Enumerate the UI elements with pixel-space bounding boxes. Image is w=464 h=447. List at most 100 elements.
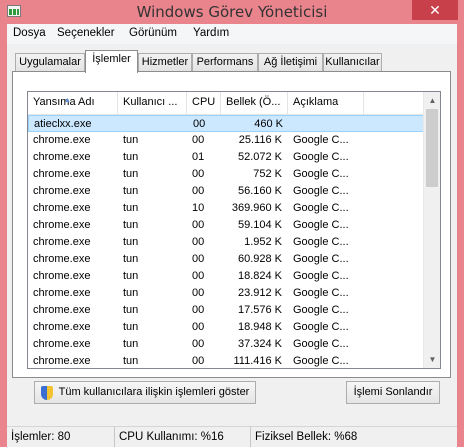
table-row[interactable]: chrome.exe tun 00 56.160 K Google C... [28, 183, 424, 200]
table-row[interactable]: chrome.exe tun 00 752 K Google C... [28, 166, 424, 183]
process-list[interactable]: ▲ Yansıma Adı Kullanıcı ... CPU Bellek (… [27, 91, 441, 369]
cell-memory: 752 K [253, 168, 282, 180]
cell-cpu: 00 [192, 338, 205, 350]
col-image-name[interactable]: ▲ Yansıma Adı [28, 92, 118, 115]
list-rows: atieclxx.exe 00 460 K chrome.exe tun 00 25.116… [28, 115, 424, 368]
status-process-count: İşlemler: 80 [7, 427, 115, 447]
table-row[interactable]: chrome.exe tun 01 52.072 K Google C... [28, 149, 424, 166]
cell-cpu: 01 [192, 151, 205, 163]
cell-image-name: chrome.exe [33, 321, 91, 333]
menu-file[interactable]: Dosya [13, 27, 46, 39]
cell-image-name: chrome.exe [33, 202, 91, 214]
tab-networking[interactable]: Ağ İletişimi [258, 53, 323, 71]
cell-memory: 18.948 K [237, 321, 282, 333]
menu-view[interactable]: Görünüm [129, 27, 177, 39]
cell-memory: 52.072 K [237, 151, 282, 163]
table-row[interactable]: chrome.exe tun 10 369.960 K Google C... [28, 200, 424, 217]
cell-description: Google C... [293, 185, 349, 197]
cell-user-name: tun [123, 185, 139, 197]
scroll-down-icon[interactable]: ▼ [424, 351, 440, 368]
cell-memory: 60.928 K [237, 253, 282, 265]
cell-image-name: chrome.exe [33, 168, 91, 180]
cell-description: Google C... [293, 236, 349, 248]
table-row[interactable]: chrome.exe tun 00 1.952 K Google C... [28, 234, 424, 251]
cell-memory: 59.104 K [237, 219, 282, 231]
tab-services[interactable]: Hizmetler [138, 53, 192, 71]
cell-description: Google C... [293, 287, 349, 299]
scroll-up-icon[interactable]: ▲ [424, 92, 440, 109]
window-title: Windows Görev Yöneticisi [136, 3, 328, 21]
cell-memory: 111.416 K [233, 355, 282, 367]
cell-description: Google C... [293, 151, 349, 163]
table-row[interactable]: chrome.exe tun 00 25.116 K Google C... [28, 132, 424, 149]
menu-options[interactable]: Seçenekler [57, 27, 115, 39]
cell-image-name: chrome.exe [33, 151, 91, 163]
cell-description: Google C... [293, 134, 349, 146]
col-memory[interactable]: Bellek (Ö... [221, 92, 288, 115]
cell-user-name: tun [123, 151, 139, 163]
end-process-label: İşlemi Sonlandır [353, 386, 433, 398]
cell-description: Google C... [293, 304, 349, 316]
table-row[interactable]: chrome.exe tun 00 23.912 K Google C... [28, 285, 424, 302]
cell-description: Google C... [293, 253, 349, 265]
tab-applications[interactable]: Uygulamalar [15, 53, 85, 71]
tab-users[interactable]: Kullanıcılar [323, 53, 382, 71]
cell-description: Google C... [293, 168, 349, 180]
col-cpu-label: CPU [192, 96, 216, 108]
close-icon: ✕ [429, 2, 441, 18]
cell-memory: 23.912 K [237, 287, 282, 299]
cell-description: Google C... [293, 338, 349, 350]
cell-description: Google C... [293, 270, 349, 282]
cell-user-name: tun [123, 338, 139, 350]
cell-cpu: 00 [192, 134, 205, 146]
table-row[interactable]: chrome.exe tun 00 18.948 K Google C... [28, 319, 424, 336]
tab-processes[interactable]: İşlemler [85, 50, 138, 73]
menu-bar: Dosya Seçenekler Görünüm Yardım [7, 24, 457, 44]
vertical-scrollbar[interactable]: ▲ ▼ [423, 92, 440, 368]
cell-cpu: 00 [192, 219, 205, 231]
table-row[interactable]: chrome.exe tun 00 18.824 K Google C... [28, 268, 424, 285]
cell-user-name: tun [123, 355, 139, 367]
show-all-users-button[interactable]: Tüm kullanıcılara ilişkin işlemleri göst… [34, 381, 256, 404]
cell-image-name: chrome.exe [33, 185, 91, 197]
cell-description: Google C... [293, 202, 349, 214]
cell-user-name: tun [123, 134, 139, 146]
cell-user-name: tun [123, 287, 139, 299]
close-button[interactable]: ✕ [412, 0, 458, 20]
tab-performance[interactable]: Performans [192, 53, 258, 71]
cell-cpu: 00 [192, 304, 205, 316]
table-row[interactable]: atieclxx.exe 00 460 K [28, 115, 424, 132]
scrollbar-thumb[interactable] [426, 109, 438, 187]
cell-user-name: tun [123, 236, 139, 248]
tab-strip: Uygulamalar İşlemler Hizmetler Performan… [7, 50, 457, 73]
table-row[interactable]: chrome.exe tun 00 60.928 K Google C... [28, 251, 424, 268]
cell-memory: 17.576 K [237, 304, 282, 316]
cell-cpu: 00 [192, 185, 205, 197]
col-user-name-label: Kullanıcı ... [123, 96, 178, 108]
col-description-label: Açıklama [293, 96, 339, 108]
table-row[interactable]: chrome.exe tun 00 59.104 K Google C... [28, 217, 424, 234]
col-cpu[interactable]: CPU [187, 92, 221, 115]
cell-memory: 18.824 K [237, 270, 282, 282]
end-process-button[interactable]: İşlemi Sonlandır [346, 381, 440, 404]
cell-description: Google C... [293, 355, 349, 367]
cell-cpu: 00 [192, 321, 205, 333]
table-row[interactable]: chrome.exe tun 00 37.324 K Google C... [28, 336, 424, 353]
cell-cpu: 10 [192, 202, 205, 214]
col-memory-label: Bellek (Ö... [226, 96, 281, 108]
cell-image-name: chrome.exe [33, 355, 91, 367]
table-row[interactable]: chrome.exe tun 00 17.576 K Google C... [28, 302, 424, 319]
col-description[interactable]: Açıklama [288, 92, 364, 115]
table-row[interactable]: chrome.exe tun 00 111.416 K Google C... [28, 353, 424, 368]
title-bar[interactable]: Windows Görev Yöneticisi ✕ [0, 0, 464, 24]
uac-shield-icon [41, 386, 53, 400]
status-cpu-usage: CPU Kullanımı: %16 [115, 427, 251, 447]
cell-cpu: 00 [192, 355, 205, 367]
status-bar: İşlemler: 80 CPU Kullanımı: %16 Fiziksel… [7, 426, 457, 447]
col-user-name[interactable]: Kullanıcı ... [118, 92, 187, 115]
menu-help[interactable]: Yardım [193, 27, 229, 39]
status-physical-memory: Fiziksel Bellek: %68 [255, 431, 358, 443]
cell-description: Google C... [293, 321, 349, 333]
sort-asc-icon: ▲ [64, 97, 71, 104]
cell-image-name: chrome.exe [33, 253, 91, 265]
